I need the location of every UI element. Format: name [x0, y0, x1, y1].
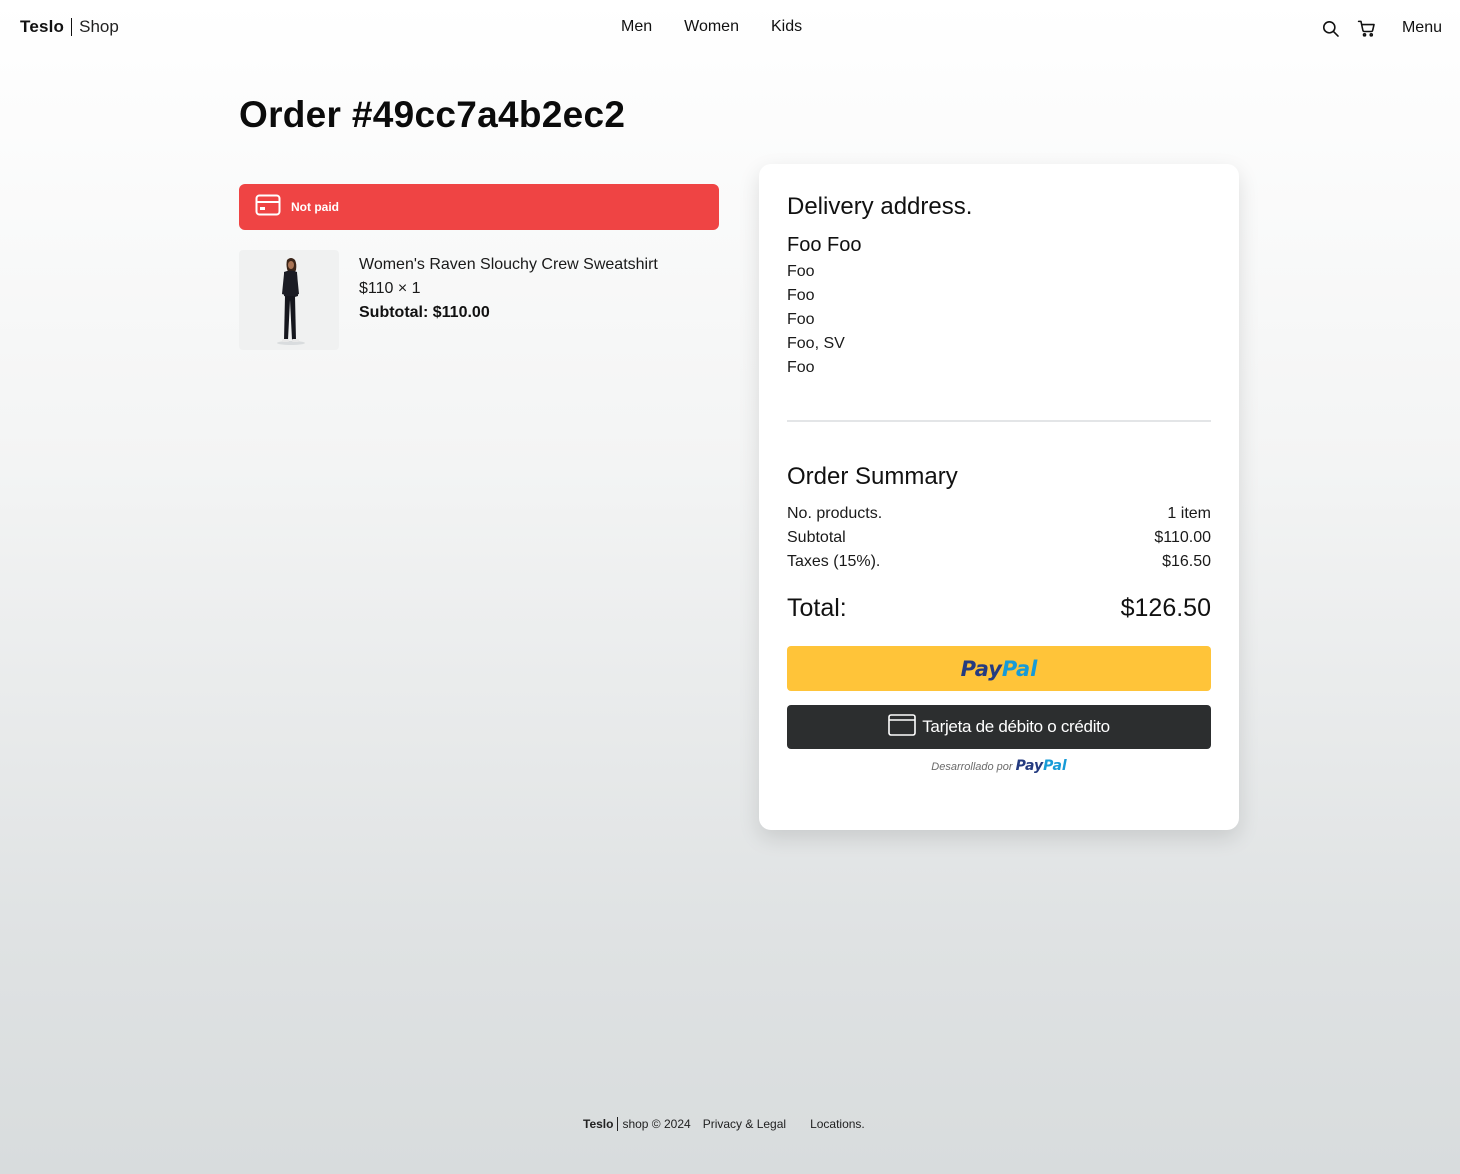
summary-row-subtotal: Subtotal $110.00: [787, 529, 1211, 547]
paypal-logo-part1: Pay: [960, 656, 1002, 681]
address-line: Foo: [787, 287, 815, 304]
brand-divider: [71, 18, 73, 36]
address-line: Foo: [787, 263, 815, 280]
header-actions: Menu: [1320, 17, 1442, 39]
powered-by-paypal: Desarrollado por PayPal: [787, 758, 1211, 774]
paypal-small-logo: PayPal: [1016, 758, 1067, 774]
main-nav: Men Women Kids: [605, 18, 818, 36]
footer: Teslo shop © 2024 Privacy & Legal Locati…: [583, 1117, 865, 1131]
summary-label: Taxes (15%).: [787, 553, 881, 570]
delivery-address-title: Delivery address.: [787, 193, 973, 220]
debit-credit-card-button[interactable]: Tarjeta de débito o crédito: [787, 705, 1211, 749]
order-summary-title: Order Summary: [787, 463, 958, 490]
summary-value: $16.50: [1162, 553, 1211, 570]
paypal-logo-part2: Pal: [1001, 656, 1038, 681]
product-subtotal: Subtotal: $110.00: [359, 304, 490, 321]
product-info: Women's Raven Slouchy Crew Sweatshirt $1…: [359, 253, 658, 325]
total-label: Total:: [787, 594, 847, 622]
search-icon[interactable]: [1320, 17, 1342, 39]
payment-status-badge: Not paid: [239, 184, 719, 230]
nav-link-men[interactable]: Men: [605, 18, 668, 36]
order-summary-card: Delivery address. Foo Foo Foo Foo Foo Fo…: [759, 164, 1239, 830]
footer-copyright: shop © 2024: [622, 1117, 691, 1131]
section-divider: [787, 420, 1211, 422]
card-button-label: Tarjeta de débito o crédito: [922, 717, 1110, 736]
page-title: Order #49cc7a4b2ec2: [239, 94, 626, 135]
summary-label: No. products.: [787, 505, 883, 522]
paypal-small-logo-part2: Pal: [1043, 758, 1067, 774]
summary-value: $110.00: [1154, 529, 1211, 546]
address-lines: Foo Foo Foo Foo, SV Foo: [787, 260, 845, 380]
product-image[interactable]: [239, 250, 339, 350]
top-navbar: Teslo Shop Men Women Kids Menu: [0, 0, 1460, 56]
paypal-button[interactable]: Pay Pal: [787, 646, 1211, 691]
nav-link-kids[interactable]: Kids: [755, 18, 818, 36]
product-price-quantity: $110 × 1: [359, 280, 421, 297]
summary-row-products: No. products. 1 item: [787, 505, 1211, 523]
brand-subtitle: Shop: [79, 17, 119, 36]
footer-link-locations[interactable]: Locations.: [810, 1117, 865, 1131]
brand-logo[interactable]: Teslo Shop: [20, 17, 119, 37]
paypal-small-logo-part1: Pay: [1015, 758, 1044, 774]
summary-row-taxes: Taxes (15%). $16.50: [787, 553, 1211, 571]
total-value: $126.50: [1120, 594, 1211, 622]
powered-by-text: Desarrollado por: [931, 761, 1013, 773]
cart-icon[interactable]: [1356, 17, 1378, 39]
credit-card-icon: [255, 194, 281, 221]
footer-brand-name: Teslo: [583, 1117, 614, 1131]
product-name[interactable]: Women's Raven Slouchy Crew Sweatshirt: [359, 253, 658, 277]
nav-link-women[interactable]: Women: [668, 18, 755, 36]
brand-name: Teslo: [20, 17, 65, 36]
address-line: Foo: [787, 359, 815, 376]
footer-link-privacy[interactable]: Privacy & Legal: [703, 1117, 786, 1131]
recipient-name: Foo Foo: [787, 234, 862, 256]
payment-status-label: Not paid: [291, 200, 339, 214]
footer-brand-divider: [617, 1117, 619, 1131]
order-item: Women's Raven Slouchy Crew Sweatshirt $1…: [239, 250, 719, 350]
summary-label: Subtotal: [787, 529, 846, 546]
address-line: Foo: [787, 311, 815, 328]
summary-total: Total: $126.50: [787, 594, 1211, 623]
address-line: Foo, SV: [787, 335, 845, 352]
summary-value: 1 item: [1167, 505, 1211, 522]
credit-card-icon: [888, 713, 917, 741]
menu-button[interactable]: Menu: [1402, 19, 1442, 37]
